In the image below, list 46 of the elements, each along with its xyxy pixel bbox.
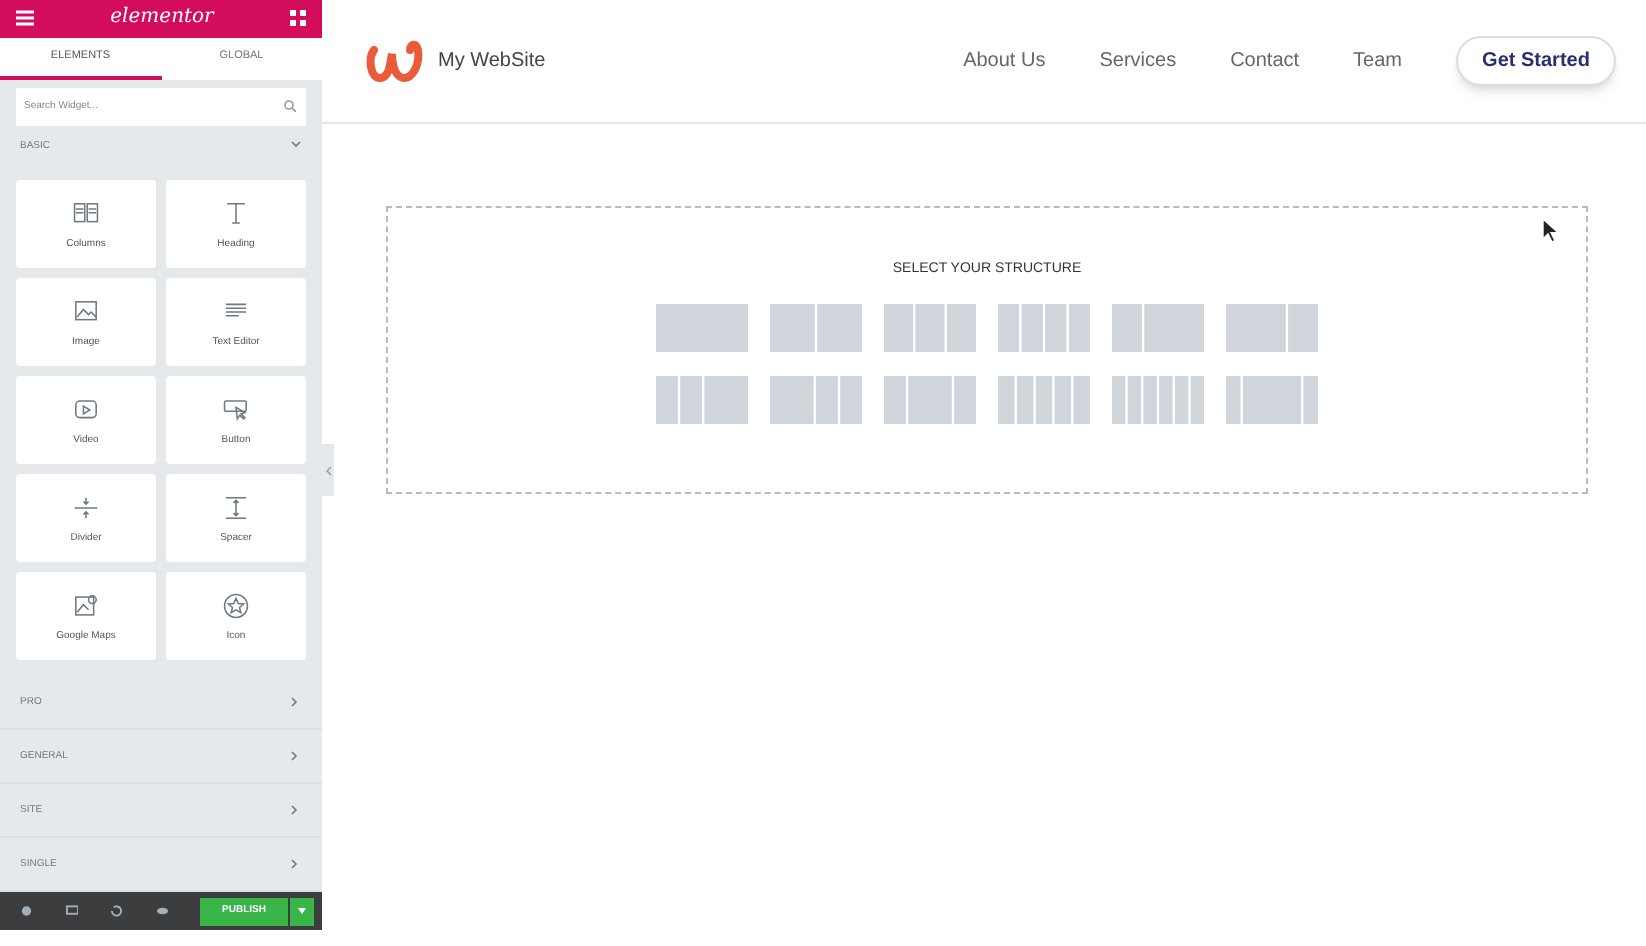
logo-icon[interactable] [366,37,426,85]
map-pin-icon [72,591,100,620]
button-cursor-icon [222,395,250,424]
search-icon [284,100,296,113]
history-icon[interactable] [110,904,123,919]
columns-icon [72,199,100,228]
structure-preset[interactable] [1226,376,1318,424]
get-started-button[interactable]: Get Started [1456,36,1616,86]
nav-link[interactable]: Contact [1230,46,1300,76]
chevron-icon [290,750,302,763]
structure-preset[interactable] [656,376,748,424]
structure-preset[interactable] [998,304,1090,352]
eye-icon[interactable] [155,904,168,919]
star-icon [222,591,250,620]
menu-icon[interactable] [16,10,34,27]
spacer-icon [222,493,250,522]
structure-preset[interactable] [998,376,1090,424]
chevron-left-icon [325,465,331,475]
chevron-icon [290,804,302,817]
structure-preset[interactable] [1226,304,1318,352]
structure-preset[interactable] [884,304,976,352]
chevron-icon [290,140,302,153]
structure-preset[interactable] [884,376,976,424]
nav-link[interactable]: Team [1353,46,1402,76]
structure-preset[interactable] [1112,304,1204,352]
letter-t-icon [222,199,250,228]
monitor-icon[interactable] [65,904,78,919]
caret-icon [298,908,306,915]
chevron-icon [290,696,302,709]
publish-options-button[interactable] [290,897,314,926]
nav-link[interactable]: About Us [963,46,1046,76]
structure-preset[interactable] [1112,376,1204,424]
collapse-handle[interactable] [322,444,334,496]
grid-icon[interactable] [289,10,306,27]
site-name[interactable]: My WebSite [438,46,546,76]
play-icon [72,395,100,424]
nav-link[interactable]: Services [1099,46,1177,76]
structure-preset[interactable] [770,304,862,352]
structure-preset[interactable] [656,304,748,352]
divider-icon [72,493,100,522]
chevron-icon [290,858,302,871]
image-icon [72,297,100,326]
editor-logo: elementor [110,8,214,29]
structure-preset[interactable] [770,376,862,424]
mouse-cursor-icon [1542,218,1560,244]
settings-icon[interactable] [20,904,33,919]
